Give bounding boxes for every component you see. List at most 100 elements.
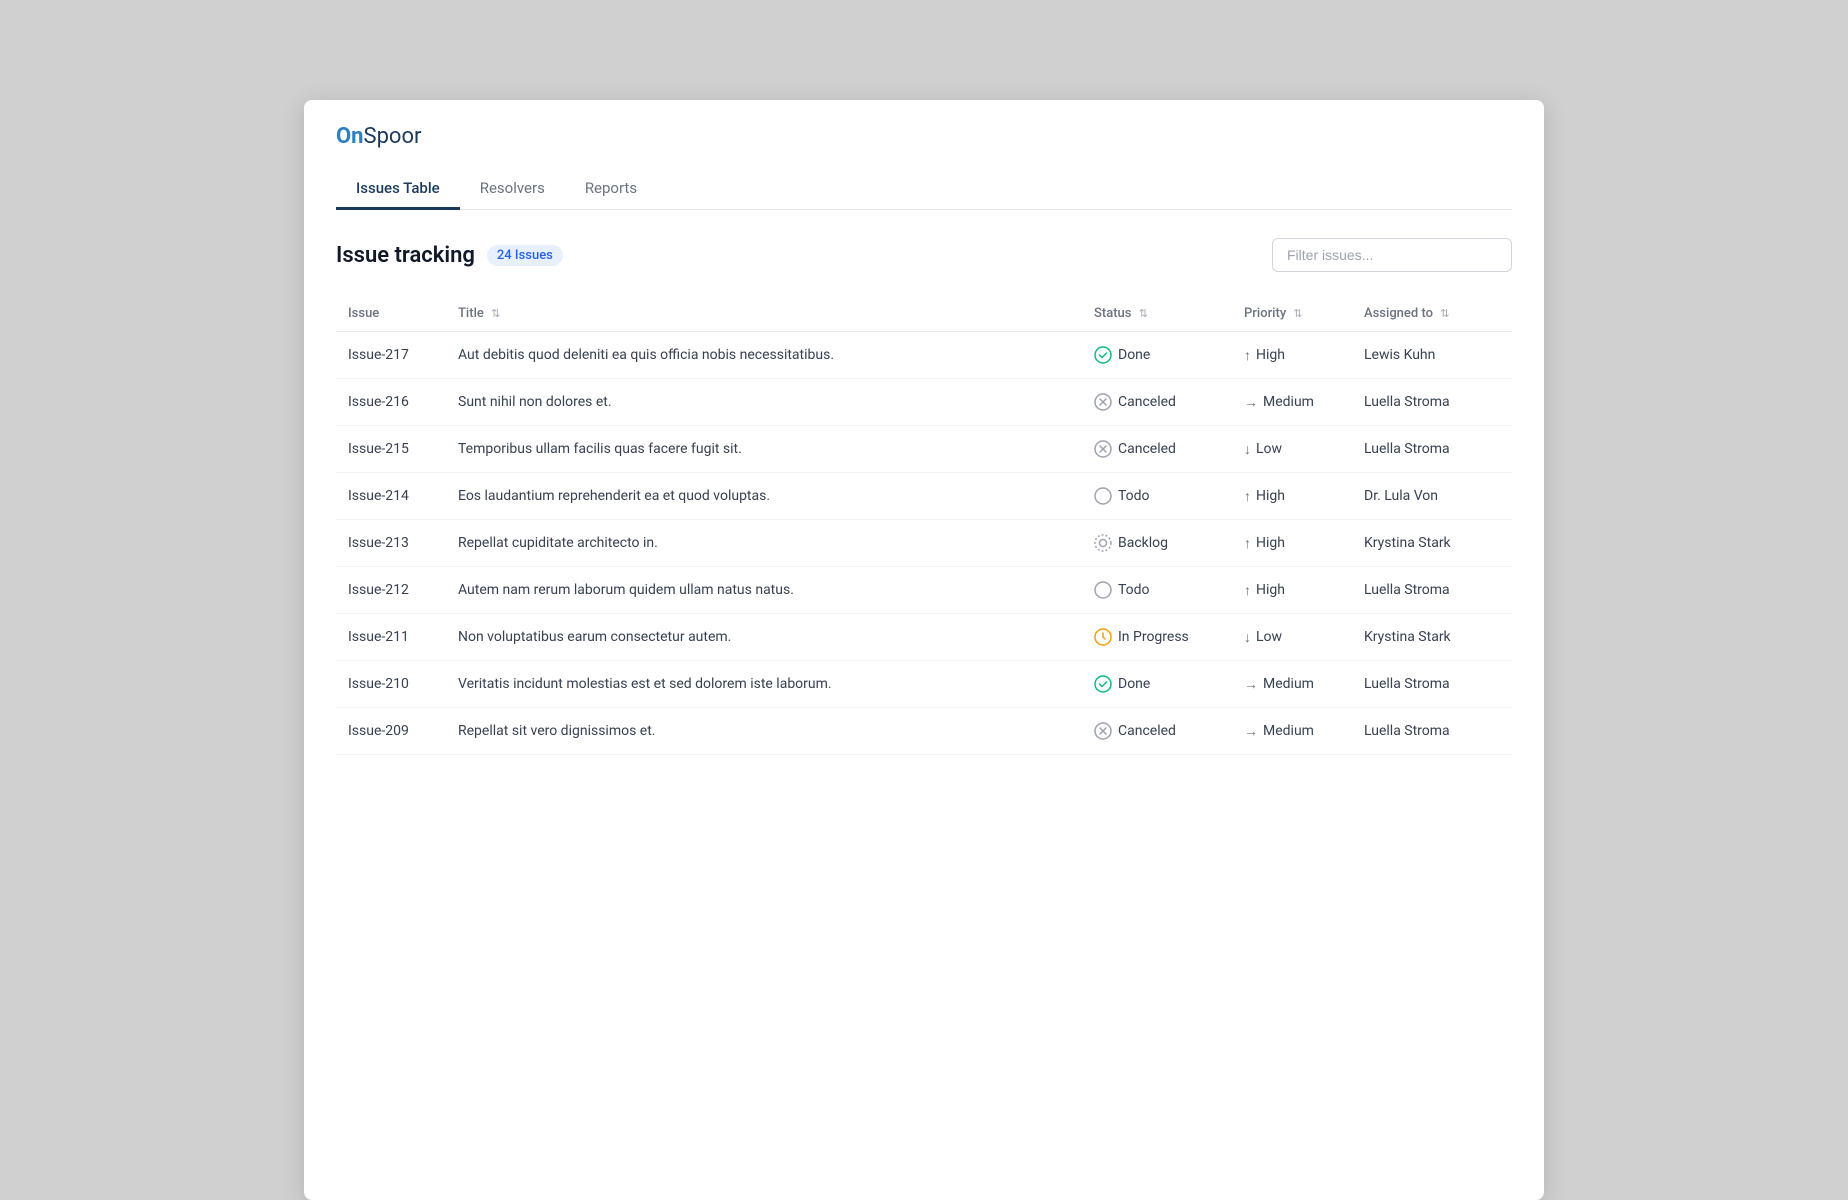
- status-label: Done: [1118, 676, 1150, 692]
- nav-tabs: Issues Table Resolvers Reports: [336, 169, 1512, 210]
- cell-issue-title: Veritatis incidunt molestias est et sed …: [446, 661, 1082, 708]
- col-header-assigned[interactable]: Assigned to ⇅: [1352, 296, 1512, 332]
- status-label: Canceled: [1118, 441, 1176, 457]
- priority-label: Low: [1256, 629, 1282, 645]
- priority-arrow: ↑: [1244, 347, 1251, 364]
- cell-issue-status: Done: [1082, 332, 1232, 379]
- table-row[interactable]: Issue-210 Veritatis incidunt molestias e…: [336, 661, 1512, 708]
- table-container: Issue Title ⇅ Status ⇅ Priority ⇅: [336, 296, 1512, 755]
- cell-issue-status: Canceled: [1082, 708, 1232, 755]
- cell-issue-title: Autem nam rerum laborum quidem ullam nat…: [446, 567, 1082, 614]
- cell-issue-status: Canceled: [1082, 426, 1232, 473]
- cell-assigned-to: Lewis Kuhn: [1352, 332, 1512, 379]
- tab-issues-table[interactable]: Issues Table: [336, 169, 460, 210]
- cell-issue-id: Issue-210: [336, 661, 446, 708]
- status-sort-icon: ⇅: [1139, 307, 1148, 320]
- cell-issue-id: Issue-215: [336, 426, 446, 473]
- priority-arrow: ↓: [1244, 441, 1251, 458]
- priority-arrow: ↓: [1244, 629, 1251, 646]
- priority-arrow: →: [1244, 676, 1258, 693]
- table-row[interactable]: Issue-209 Repellat sit vero dignissimos …: [336, 708, 1512, 755]
- priority-label: Medium: [1263, 394, 1314, 410]
- col-header-title[interactable]: Title ⇅: [446, 296, 1082, 332]
- section-title: Issue tracking: [336, 243, 475, 268]
- status-label: Backlog: [1118, 535, 1168, 551]
- status-label: Canceled: [1118, 394, 1176, 410]
- assigned-sort-icon: ⇅: [1440, 307, 1449, 320]
- table-row[interactable]: Issue-216 Sunt nihil non dolores et. Can…: [336, 379, 1512, 426]
- status-icon-canceled: [1094, 722, 1112, 740]
- cell-issue-priority: ↑ High: [1232, 473, 1352, 520]
- cell-issue-priority: ↓ Low: [1232, 614, 1352, 661]
- cell-assigned-to: Luella Stroma: [1352, 567, 1512, 614]
- status-label: Todo: [1118, 488, 1150, 504]
- issues-badge: 24 Issues: [487, 245, 563, 266]
- cell-issue-id: Issue-216: [336, 379, 446, 426]
- app-window: OnSpoor Issues Table Resolvers Reports I…: [304, 100, 1544, 1200]
- issues-table: Issue Title ⇅ Status ⇅ Priority ⇅: [336, 296, 1512, 755]
- cell-issue-status: In Progress: [1082, 614, 1232, 661]
- cell-issue-priority: ↑ High: [1232, 332, 1352, 379]
- cell-issue-priority: → Medium: [1232, 379, 1352, 426]
- cell-issue-title: Temporibus ullam facilis quas facere fug…: [446, 426, 1082, 473]
- cell-assigned-to: Luella Stroma: [1352, 426, 1512, 473]
- priority-label: High: [1256, 347, 1285, 363]
- cell-issue-priority: ↓ Low: [1232, 426, 1352, 473]
- table-row[interactable]: Issue-213 Repellat cupiditate architecto…: [336, 520, 1512, 567]
- tab-reports[interactable]: Reports: [565, 169, 657, 210]
- cell-issue-id: Issue-212: [336, 567, 446, 614]
- logo: OnSpoor: [336, 124, 1512, 149]
- cell-issue-status: Backlog: [1082, 520, 1232, 567]
- cell-issue-title: Repellat cupiditate architecto in.: [446, 520, 1082, 567]
- cell-assigned-to: Krystina Stark: [1352, 614, 1512, 661]
- table-row[interactable]: Issue-211 Non voluptatibus earum consect…: [336, 614, 1512, 661]
- table-row[interactable]: Issue-212 Autem nam rerum laborum quidem…: [336, 567, 1512, 614]
- status-label: Todo: [1118, 582, 1150, 598]
- cell-issue-id: Issue-209: [336, 708, 446, 755]
- section-title-area: Issue tracking 24 Issues: [336, 243, 563, 268]
- cell-issue-status: Todo: [1082, 473, 1232, 520]
- status-icon-todo: [1094, 487, 1112, 505]
- col-header-priority[interactable]: Priority ⇅: [1232, 296, 1352, 332]
- status-icon-canceled: [1094, 393, 1112, 411]
- cell-issue-id: Issue-211: [336, 614, 446, 661]
- priority-label: Low: [1256, 441, 1282, 457]
- priority-arrow: →: [1244, 723, 1258, 740]
- header: OnSpoor Issues Table Resolvers Reports: [304, 100, 1544, 210]
- cell-issue-priority: ↑ High: [1232, 520, 1352, 567]
- filter-input[interactable]: [1272, 238, 1512, 272]
- cell-issue-status: Canceled: [1082, 379, 1232, 426]
- priority-arrow: →: [1244, 394, 1258, 411]
- cell-assigned-to: Luella Stroma: [1352, 379, 1512, 426]
- tab-resolvers[interactable]: Resolvers: [460, 169, 565, 210]
- cell-issue-status: Done: [1082, 661, 1232, 708]
- cell-assigned-to: Luella Stroma: [1352, 661, 1512, 708]
- cell-assigned-to: Krystina Stark: [1352, 520, 1512, 567]
- col-header-status[interactable]: Status ⇅: [1082, 296, 1232, 332]
- priority-sort-icon: ⇅: [1293, 307, 1302, 320]
- col-header-issue: Issue: [336, 296, 446, 332]
- main-content: Issue tracking 24 Issues Issue Title ⇅: [304, 210, 1544, 783]
- status-icon-done: [1094, 675, 1112, 693]
- cell-issue-priority: → Medium: [1232, 708, 1352, 755]
- priority-label: Medium: [1263, 723, 1314, 739]
- cell-assigned-to: Dr. Lula Von: [1352, 473, 1512, 520]
- cell-issue-priority: ↑ High: [1232, 567, 1352, 614]
- priority-arrow: ↑: [1244, 488, 1251, 505]
- priority-arrow: ↑: [1244, 535, 1251, 552]
- logo-on: On: [336, 124, 364, 149]
- section-header: Issue tracking 24 Issues: [336, 238, 1512, 272]
- table-row[interactable]: Issue-214 Eos laudantium reprehenderit e…: [336, 473, 1512, 520]
- priority-label: Medium: [1263, 676, 1314, 692]
- table-row[interactable]: Issue-217 Aut debitis quod deleniti ea q…: [336, 332, 1512, 379]
- status-icon-inprogress: [1094, 628, 1112, 646]
- table-row[interactable]: Issue-215 Temporibus ullam facilis quas …: [336, 426, 1512, 473]
- status-icon-backlog: [1094, 534, 1112, 552]
- table-body: Issue-217 Aut debitis quod deleniti ea q…: [336, 332, 1512, 755]
- cell-issue-title: Non voluptatibus earum consectetur autem…: [446, 614, 1082, 661]
- priority-label: High: [1256, 488, 1285, 504]
- status-icon-done: [1094, 346, 1112, 364]
- status-label: Canceled: [1118, 723, 1176, 739]
- status-icon-canceled: [1094, 440, 1112, 458]
- cell-issue-title: Eos laudantium reprehenderit ea et quod …: [446, 473, 1082, 520]
